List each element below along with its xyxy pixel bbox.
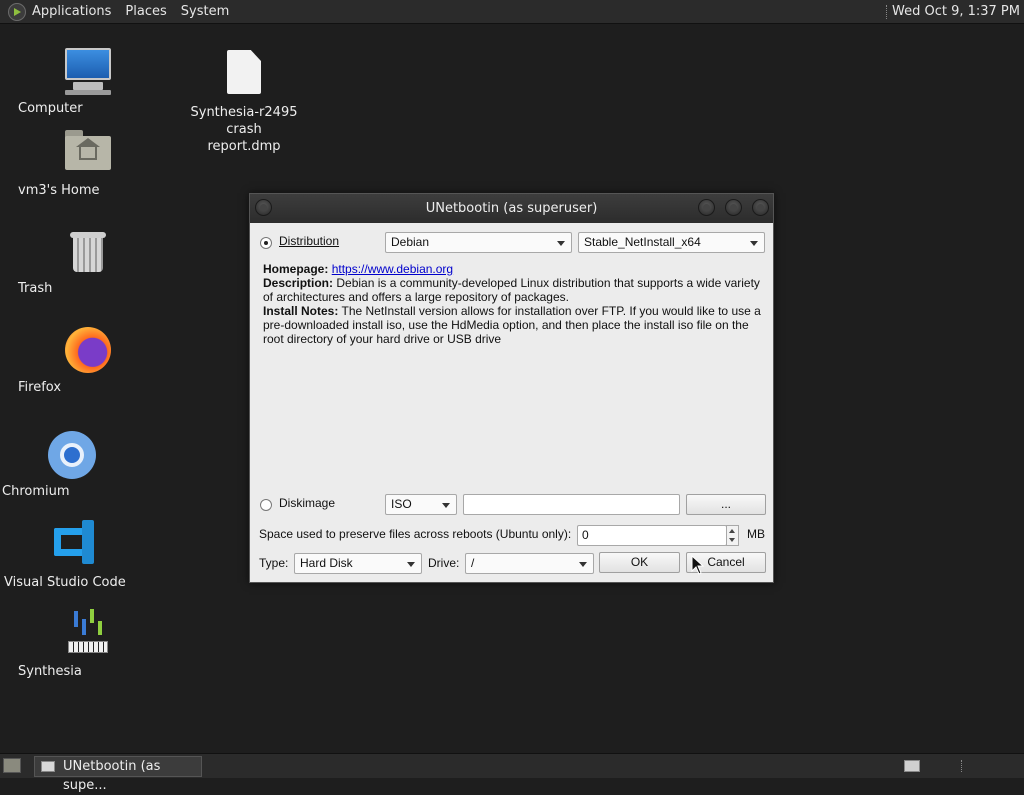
chevron-down-icon [557, 241, 565, 246]
firefox-icon [65, 327, 111, 373]
chevron-down-icon [750, 241, 758, 246]
trash-icon [70, 230, 106, 274]
homepage-link[interactable]: https://www.debian.org [332, 262, 453, 276]
desktop-icon-label: Synthesia-r2495 crash report.dmp [190, 105, 298, 154]
chevron-down-icon [442, 503, 450, 508]
desktop-icon-label: Firefox [18, 380, 62, 395]
desktop-icon-label: Chromium [2, 484, 70, 499]
close-button[interactable] [752, 199, 769, 216]
spin-down-icon[interactable] [729, 538, 735, 542]
desktop-icon-firefox[interactable]: Firefox [18, 327, 158, 395]
spin-up-icon[interactable] [729, 529, 735, 533]
chromium-icon [48, 431, 96, 479]
persist-space-input[interactable]: 0 [577, 525, 727, 546]
desktop-icon-vscode[interactable]: Visual Studio Code [4, 520, 144, 590]
chevron-down-icon [579, 562, 587, 567]
desktop-icon-label: Synthesia [18, 664, 82, 679]
distribution-info: Homepage: https://www.debian.org Descrip… [263, 262, 761, 346]
synthesia-icon [66, 609, 110, 653]
desktop-icon-label: Trash [18, 281, 53, 296]
clock[interactable]: Wed Oct 9, 1:37 PM [892, 4, 1020, 19]
distribution-combo[interactable]: Debian [385, 232, 572, 253]
desktop-icon-computer[interactable]: Computer [18, 46, 158, 116]
type-label: Type: [259, 556, 289, 570]
persist-label: Space used to preserve files across rebo… [259, 527, 572, 541]
unetbootin-dialog: UNetbootin (as superuser) Distribution D… [249, 193, 774, 583]
taskbar-item-unetbootin[interactable]: UNetbootin (as supe... [34, 756, 202, 793]
desktop-icon-label: Visual Studio Code [4, 575, 126, 590]
distro-logo-icon[interactable] [8, 2, 26, 21]
desktop-icon-label: Computer [18, 101, 83, 116]
panel-separator [886, 5, 890, 19]
window-icon [41, 761, 55, 772]
show-desktop-icon[interactable] [3, 758, 21, 773]
computer-icon [63, 46, 113, 96]
top-panel: Applications Places System Wed Oct 9, 1:… [0, 0, 1024, 24]
desktop-icon-synthesia[interactable]: Synthesia [18, 609, 158, 679]
desktop-icon-home[interactable]: vm3's Home [18, 130, 158, 198]
type-combo[interactable]: Hard Disk [294, 553, 422, 574]
distribution-radio[interactable] [260, 237, 272, 249]
ok-button[interactable]: OK [599, 552, 680, 573]
dialog-title: UNetbootin (as superuser) [425, 201, 598, 216]
maximize-button[interactable] [725, 199, 742, 216]
dialog-titlebar[interactable]: UNetbootin (as superuser) [250, 194, 773, 223]
mouse-cursor-icon [691, 555, 705, 575]
drive-label: Drive: [428, 556, 460, 570]
desktop-icon-label: vm3's Home [18, 183, 100, 198]
menu-places[interactable]: Places [125, 4, 166, 19]
panel-handle [961, 760, 965, 772]
distribution-label[interactable]: Distribution [279, 234, 339, 248]
description-text: Debian is a community-developed Linux di… [263, 276, 760, 304]
chevron-down-icon [407, 562, 415, 567]
file-icon [227, 50, 261, 94]
drive-combo[interactable]: / [465, 553, 594, 574]
diskimage-label[interactable]: Diskimage [279, 496, 335, 510]
version-combo[interactable]: Stable_NetInstall_x64 [578, 232, 765, 253]
vscode-icon [52, 520, 96, 564]
persist-unit: MB [747, 527, 765, 541]
install-notes-text: The NetInstall version allows for instal… [263, 304, 761, 346]
persist-spinner[interactable] [726, 525, 739, 546]
menu-system[interactable]: System [181, 4, 229, 19]
diskimage-path-input[interactable] [463, 494, 680, 515]
desktop-icon-chromium[interactable]: Chromium [2, 431, 142, 499]
desktop-icon-crash-report[interactable]: Synthesia-r2495 crash report.dmp [174, 50, 314, 154]
diskimage-radio[interactable] [260, 499, 272, 511]
browse-button[interactable]: ... [686, 494, 766, 515]
minimize-button[interactable] [698, 199, 715, 216]
home-folder-icon [65, 130, 111, 170]
desktop-icon-trash[interactable]: Trash [18, 230, 158, 296]
workspace-switcher[interactable] [904, 760, 920, 772]
bottom-panel: UNetbootin (as supe... [0, 753, 1024, 793]
menu-applications[interactable]: Applications [32, 4, 111, 19]
diskimage-format-combo[interactable]: ISO [385, 494, 457, 515]
